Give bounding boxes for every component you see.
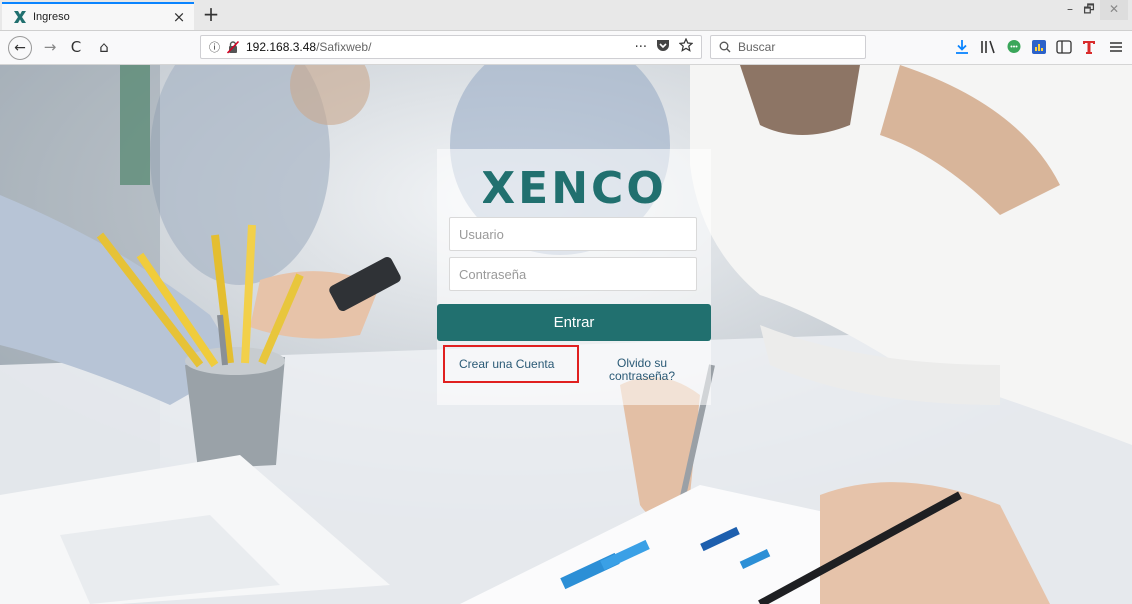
home-icon: ⌂ [99, 38, 109, 56]
address-actions: ··· [635, 37, 694, 56]
tab-strip: Ingreso × + – 🗗 ✕ [0, 0, 1132, 31]
address-bar[interactable]: ⓘ 192.168.3.48/Safixweb/ ··· [200, 35, 702, 59]
url-path: /Safixweb/ [316, 40, 372, 54]
library-icon[interactable] [980, 39, 996, 55]
login-button[interactable]: Entrar [437, 304, 711, 341]
url-text: 192.168.3.48/Safixweb/ [246, 40, 371, 54]
tab-close-icon[interactable]: × [170, 8, 188, 26]
forgot-password-link[interactable]: Olvido su contraseña? [597, 357, 687, 383]
login-card: XENCO Entrar Crear una Cuenta Olvido su … [437, 149, 711, 405]
navigation-toolbar: ← → C ⌂ ⓘ 192.168.3.48/Safixweb/ ··· [0, 31, 1132, 65]
search-input[interactable] [736, 39, 860, 55]
page-actions-menu-icon[interactable]: ··· [635, 40, 647, 55]
reload-button[interactable]: C [64, 35, 88, 59]
site-info-icon[interactable]: ⓘ [209, 39, 220, 55]
search-icon [719, 41, 731, 53]
bookmark-star-icon[interactable] [678, 37, 694, 56]
create-account-link[interactable]: Crear una Cuenta [443, 345, 579, 383]
xenco-logo: XENCO [483, 163, 665, 211]
menu-icon[interactable] [1108, 39, 1124, 55]
reader-sidebar-icon[interactable] [1056, 39, 1072, 55]
close-window-button[interactable]: ✕ [1100, 0, 1128, 20]
chat-extension-icon[interactable] [1006, 39, 1022, 55]
xenco-logo-text: XENCO [483, 163, 665, 211]
minimize-button[interactable]: – [1063, 0, 1077, 20]
browser-tab[interactable]: Ingreso × [2, 2, 194, 30]
forward-button[interactable]: → [38, 35, 62, 59]
username-input[interactable] [449, 217, 697, 251]
back-arrow-icon: ← [14, 40, 26, 56]
forward-arrow-icon: → [43, 38, 57, 56]
tab-title: Ingreso [33, 11, 70, 23]
chart-extension-icon[interactable] [1031, 39, 1047, 55]
reload-icon: C [70, 38, 82, 56]
login-page: XENCO Entrar Crear una Cuenta Olvido su … [0, 65, 1132, 604]
url-host: 192.168.3.48 [246, 40, 317, 54]
t-extension-icon[interactable] [1081, 39, 1097, 55]
new-tab-button[interactable]: + [200, 3, 222, 27]
search-bar[interactable] [710, 35, 866, 59]
maximize-button[interactable]: 🗗 [1081, 0, 1097, 20]
pocket-icon[interactable] [656, 39, 670, 56]
xenco-favicon-icon [13, 10, 27, 24]
insecure-connection-icon[interactable] [226, 40, 240, 54]
home-button[interactable]: ⌂ [92, 35, 116, 59]
download-icon[interactable] [954, 39, 970, 55]
back-button[interactable]: ← [8, 36, 32, 60]
password-input[interactable] [449, 257, 697, 291]
